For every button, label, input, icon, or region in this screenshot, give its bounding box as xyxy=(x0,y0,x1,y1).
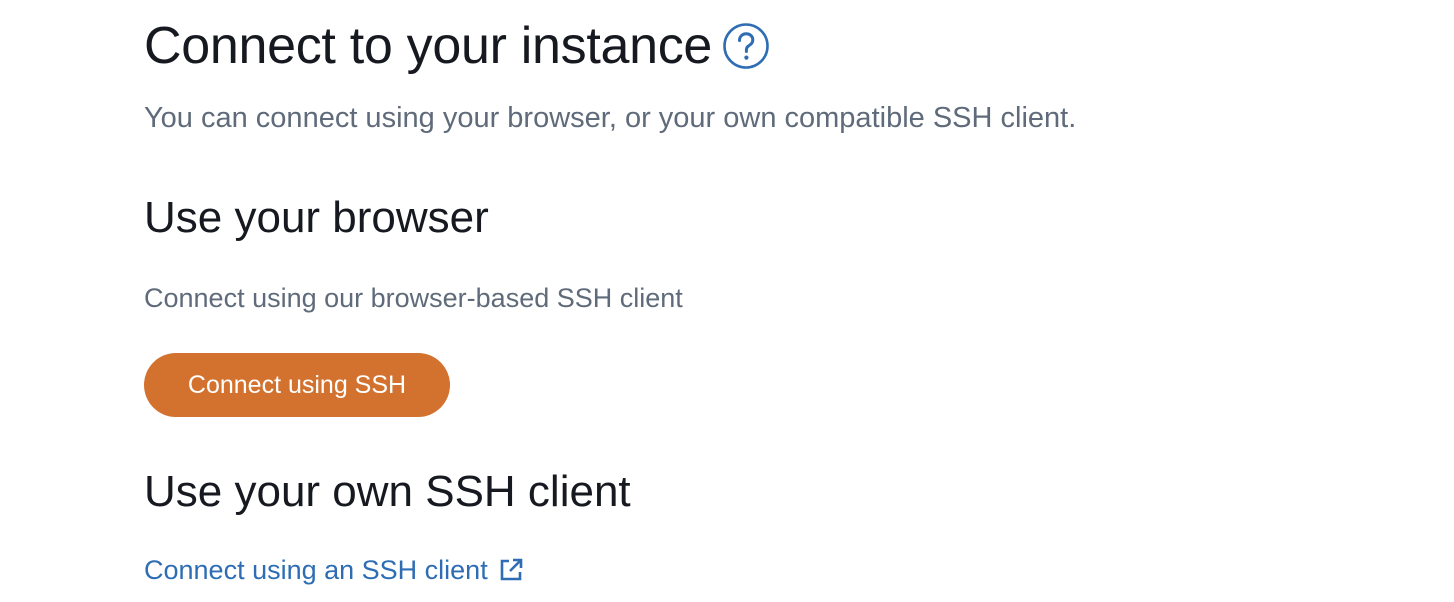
help-circle-icon[interactable] xyxy=(722,22,770,70)
connect-ssh-client-link-label: Connect using an SSH client xyxy=(144,555,488,585)
connect-ssh-button-label: Connect using SSH xyxy=(187,370,407,399)
help-circle-icon-graphic xyxy=(723,23,769,69)
title-row: Connect to your instance xyxy=(144,16,770,76)
own-client-section-heading: Use your own SSH client xyxy=(144,467,631,516)
browser-section-description: Connect using our browser-based SSH clie… xyxy=(144,283,683,313)
browser-section-heading: Use your browser xyxy=(144,193,489,242)
external-link-icon xyxy=(498,557,524,583)
connect-ssh-client-link[interactable]: Connect using an SSH client xyxy=(144,552,524,588)
page-title: Connect to your instance xyxy=(144,17,713,75)
connect-ssh-button[interactable]: Connect using SSH xyxy=(144,353,450,417)
page-subtitle: You can connect using your browser, or y… xyxy=(144,102,1077,134)
